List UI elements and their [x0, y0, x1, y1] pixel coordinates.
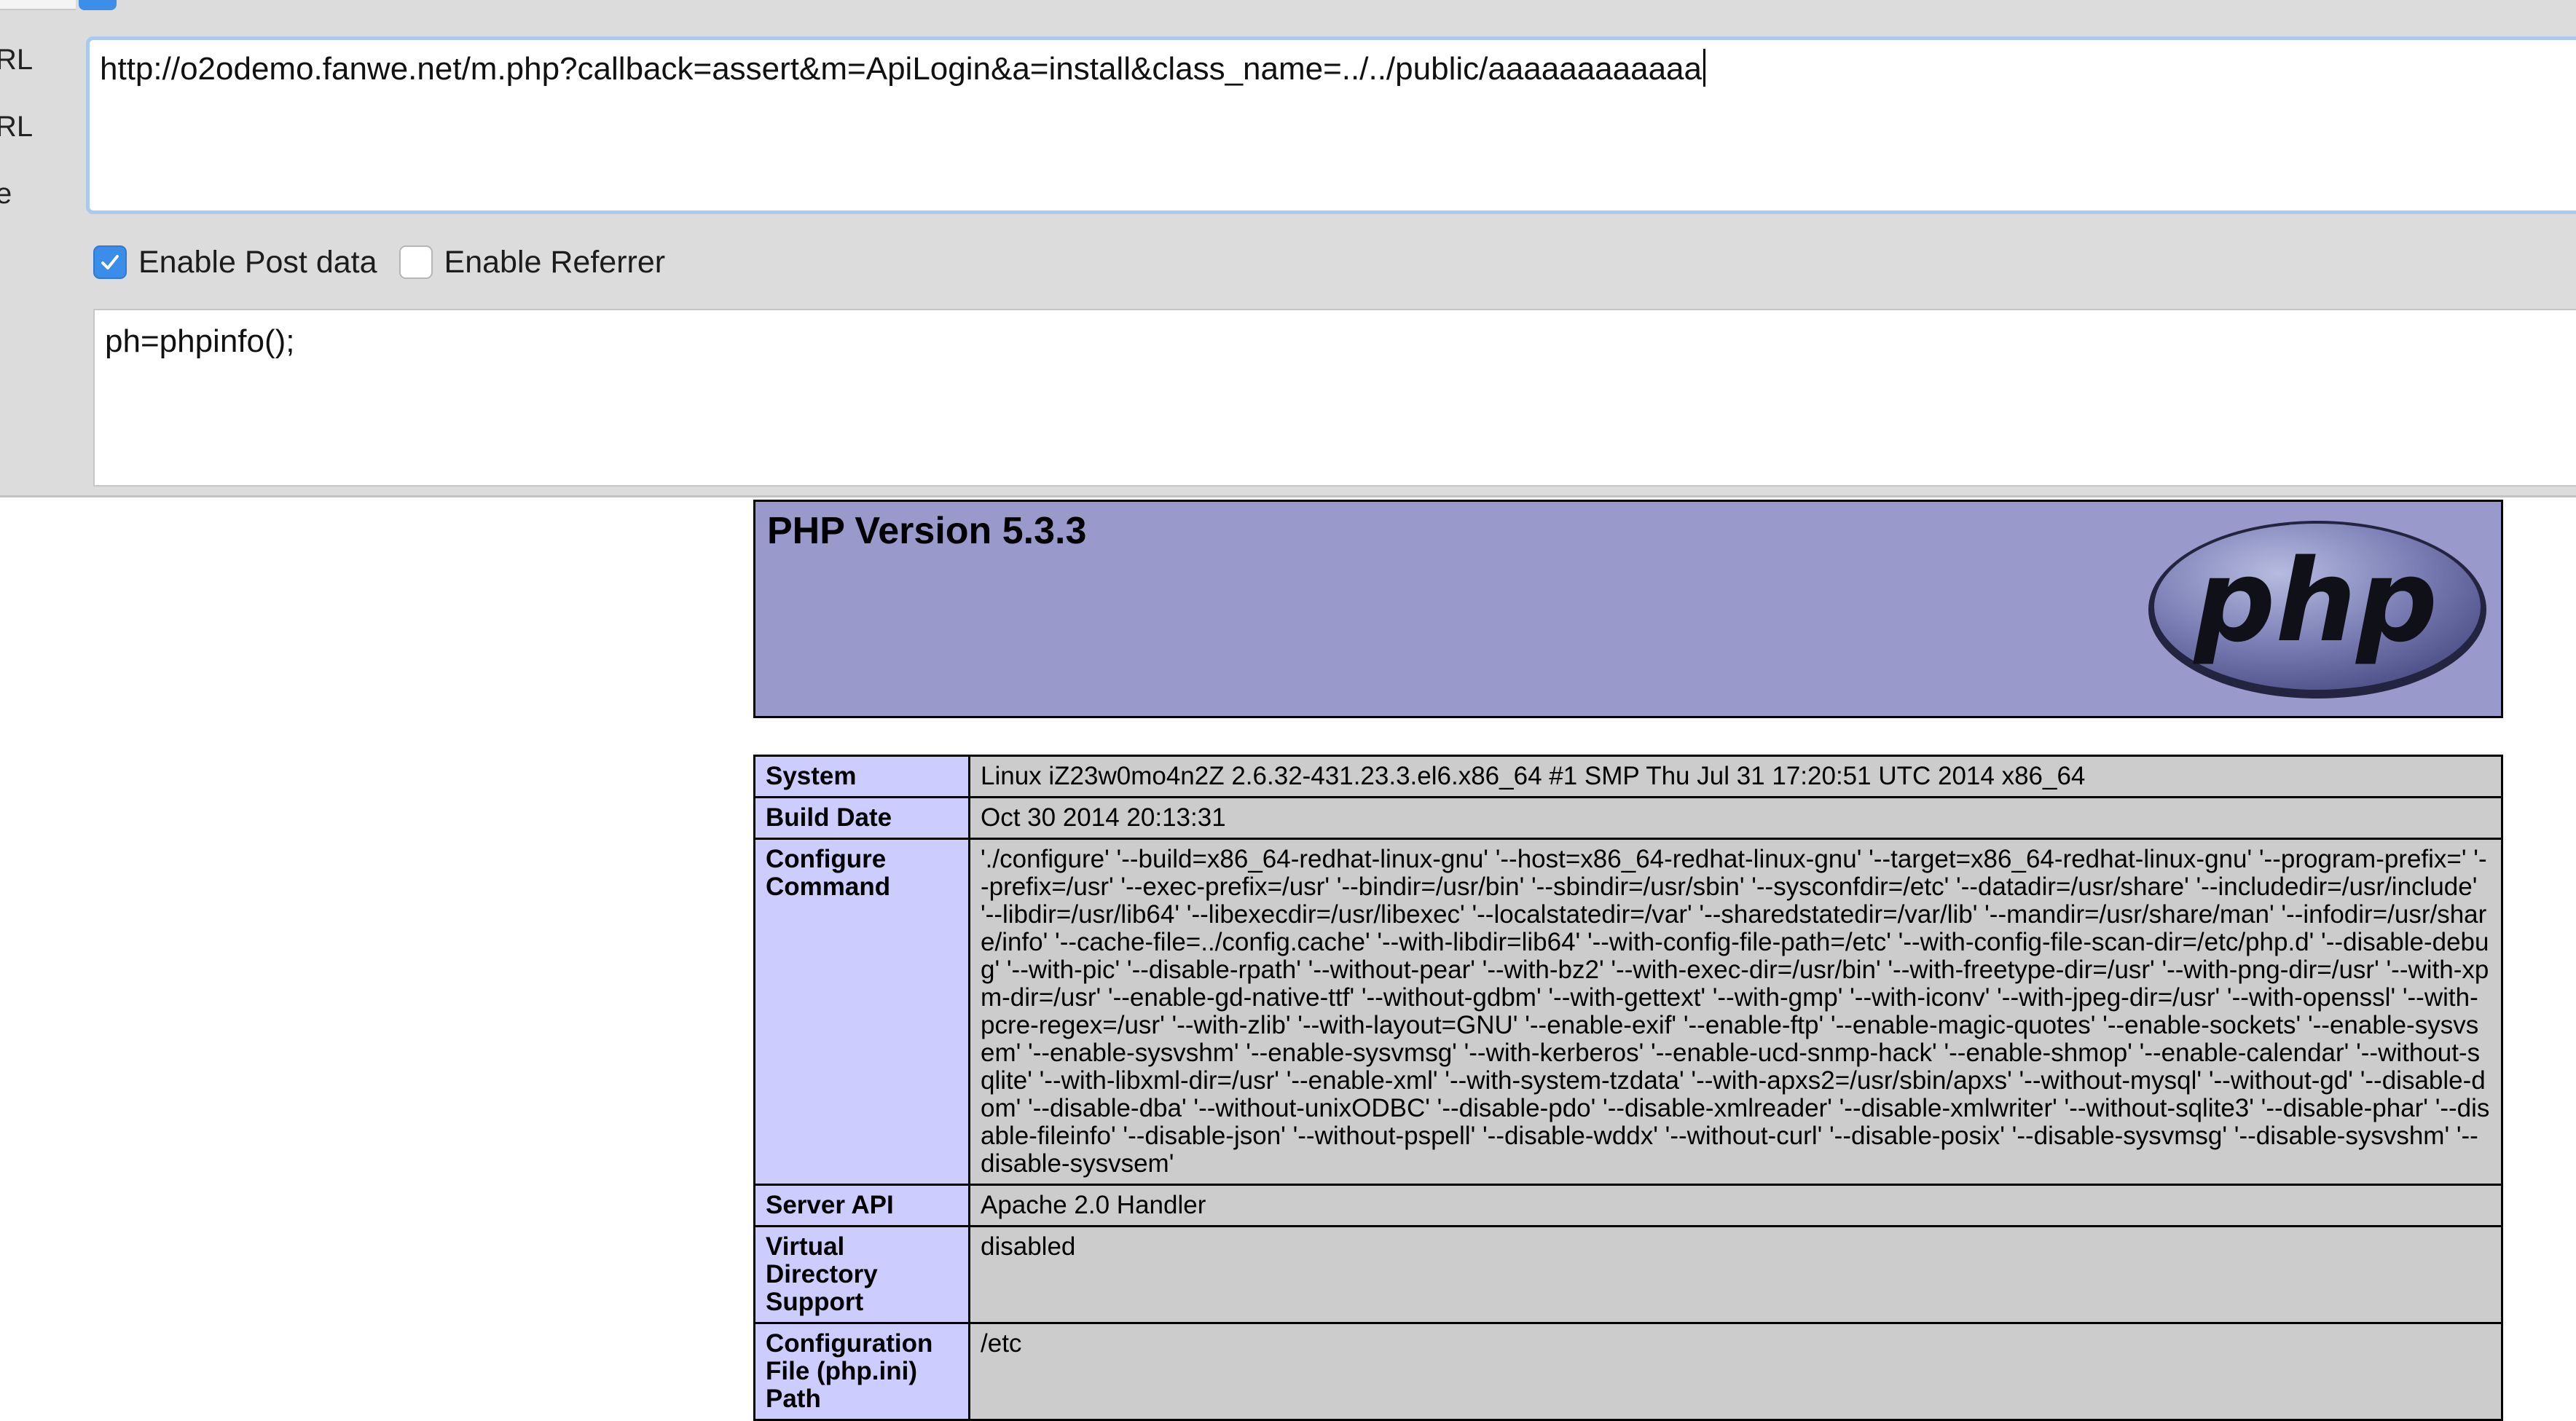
side-label-execute[interactable]: e — [0, 178, 12, 210]
checkmark-icon — [101, 255, 119, 269]
info-key: System — [753, 755, 970, 798]
info-value: './configure' '--build=x86_64-redhat-lin… — [968, 838, 2503, 1186]
enable-referrer-label[interactable]: Enable Referrer — [444, 245, 666, 280]
table-row: Build Date Oct 30 2014 20:13:31 — [753, 796, 2503, 840]
url-input[interactable]: http://o2odemo.fanwe.net/m.php?callback=… — [86, 36, 2576, 214]
table-row: Virtual Directory Support disabled — [753, 1225, 2503, 1324]
info-value: Linux iZ23w0mo4n2Z 2.6.32-431.23.3.el6.x… — [968, 755, 2503, 798]
info-key: Configure Command — [753, 838, 970, 1186]
info-key: Configuration File (php.ini) Path — [753, 1322, 970, 1421]
php-version-header: PHP Version 5.3.3 php — [753, 500, 2503, 718]
enable-post-checkbox[interactable] — [93, 245, 127, 279]
url-input-text: http://o2odemo.fanwe.net/m.php?callback=… — [100, 51, 1702, 87]
info-key: Virtual Directory Support — [753, 1225, 970, 1324]
table-row: Configure Command './configure' '--build=… — [753, 838, 2503, 1186]
side-label-split-url[interactable]: RL — [0, 111, 33, 143]
info-value: Oct 30 2014 20:13:31 — [968, 796, 2503, 840]
hackbar-panel: RL RL e http://o2odemo.fanwe.net/m.php?c… — [0, 0, 2576, 497]
info-value: disabled — [968, 1225, 2503, 1324]
options-row: Enable Post data Enable Referrer — [93, 242, 687, 283]
php-info-table: System Linux iZ23w0mo4n2Z 2.6.32-431.23.3… — [753, 755, 2503, 1421]
php-version-title: PHP Version 5.3.3 — [767, 510, 1087, 552]
table-row: Configuration File (php.ini) Path/etc — [753, 1322, 2503, 1421]
text-caret — [1703, 49, 1705, 87]
enable-referrer-checkbox[interactable] — [398, 245, 433, 279]
info-value: Apache 2.0 Handler — [968, 1184, 2503, 1227]
toolbar-button-edge[interactable] — [79, 0, 117, 10]
table-row: System Linux iZ23w0mo4n2Z 2.6.32-431.23.3… — [753, 755, 2503, 798]
enable-post-label[interactable]: Enable Post data — [138, 245, 377, 280]
info-key: Server API — [753, 1184, 970, 1227]
info-value: /etc — [968, 1322, 2503, 1421]
post-data-input[interactable]: ph=phpinfo(); — [93, 309, 2576, 487]
php-logo-text: php — [2193, 535, 2438, 667]
info-key: Build Date — [753, 796, 970, 840]
table-row: Server API Apache 2.0 Handler — [753, 1184, 2503, 1227]
toolbar-field-edge — [0, 0, 76, 10]
php-logo-icon: php — [2148, 521, 2486, 698]
side-label-load-url[interactable]: RL — [0, 44, 33, 76]
